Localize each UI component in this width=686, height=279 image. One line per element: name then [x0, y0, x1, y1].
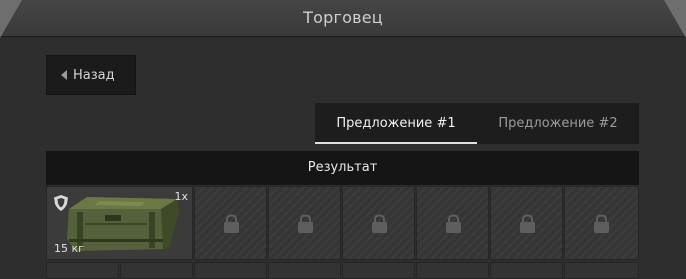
- locked-slot: [342, 262, 415, 279]
- locked-slot: [342, 186, 415, 260]
- lock-icon: [446, 214, 461, 233]
- result-grid: 1x 15 кг: [46, 186, 639, 279]
- tab-offer-2-label: Предложение #2: [498, 116, 618, 131]
- lock-icon: [520, 214, 535, 233]
- tab-offer-1-label: Предложение #1: [336, 116, 456, 131]
- item-weight: 15 кг: [54, 242, 84, 255]
- locked-slot: [490, 262, 563, 279]
- locked-slot: [120, 262, 193, 279]
- window-titlebar: Торговец: [0, 0, 686, 38]
- locked-slot: [194, 262, 267, 279]
- shield-icon: [54, 195, 68, 211]
- locked-slot: [416, 262, 489, 279]
- back-button[interactable]: Назад: [46, 55, 136, 95]
- offer-tabs: Предложение #1 Предложение #2: [315, 103, 639, 144]
- locked-slot: [194, 186, 267, 260]
- back-arrow-icon: [61, 70, 67, 80]
- tab-offer-1[interactable]: Предложение #1: [315, 103, 477, 144]
- locked-slot: [490, 186, 563, 260]
- locked-slot: [268, 262, 341, 279]
- locked-slot: [416, 186, 489, 260]
- lock-icon: [298, 214, 313, 233]
- lock-icon: [224, 214, 239, 233]
- locked-slot: [564, 186, 639, 260]
- result-header: Результат: [46, 151, 639, 185]
- result-item-slot[interactable]: 1x 15 кг: [46, 186, 193, 260]
- locked-slot: [268, 186, 341, 260]
- tab-offer-2[interactable]: Предложение #2: [477, 103, 639, 144]
- window-title: Торговец: [303, 8, 383, 27]
- item-count: 1x: [174, 190, 188, 203]
- back-button-label: Назад: [73, 67, 115, 83]
- locked-slot: [564, 262, 639, 279]
- locked-slot: [46, 262, 119, 279]
- lock-icon: [594, 214, 609, 233]
- lock-icon: [372, 214, 387, 233]
